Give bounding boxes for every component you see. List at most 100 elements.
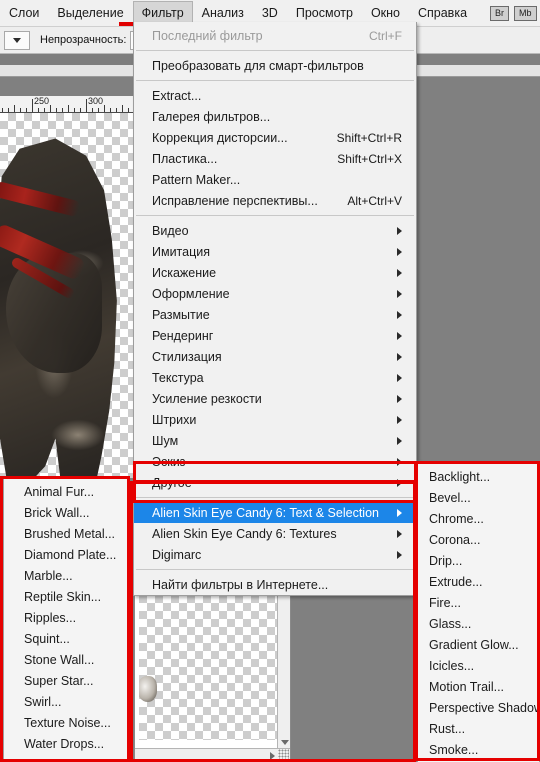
filter-menu-item[interactable]: Текстура [134, 367, 416, 388]
filter-menu-item[interactable]: Найти фильтры в Интернете... [134, 574, 416, 595]
submenu-item[interactable]: Rust... [418, 718, 539, 739]
filter-menu-item-label: Шум [152, 433, 179, 448]
submenu-item[interactable]: Corona... [418, 529, 539, 550]
texture-list-item[interactable]: Squint... [4, 628, 129, 649]
filter-menu-item[interactable]: Pattern Maker... [134, 169, 416, 190]
chevron-right-icon [397, 247, 402, 256]
filter-menu-item[interactable]: Extract... [134, 85, 416, 106]
filter-menu-item-label: Искажение [152, 265, 217, 280]
menubar-item-layers[interactable]: Слои [0, 1, 48, 25]
submenu-item[interactable]: Extrude... [418, 571, 539, 592]
submenu-item[interactable]: Drip... [418, 550, 539, 571]
filter-menu-item[interactable]: Галерея фильтров... [134, 106, 416, 127]
chevron-right-icon [397, 550, 402, 559]
chevron-right-icon [397, 478, 402, 487]
menu-separator [136, 497, 414, 498]
texture-list-item[interactable]: Swirl... [4, 691, 129, 712]
eye-candy-textures-list: Animal Fur... Brick Wall... Brushed Metal.… [3, 476, 130, 762]
scroll-down-icon[interactable] [281, 740, 289, 745]
filter-menu-item[interactable]: Исправление перспективы... Alt+Ctrl+V [134, 190, 416, 211]
submenu-item[interactable]: Glass... [418, 613, 539, 634]
filter-menu-item[interactable]: Штрихи [134, 409, 416, 430]
filter-menu-item-shortcut: Alt+Ctrl+V [347, 193, 402, 208]
submenu-item[interactable]: Smoke... [418, 739, 539, 760]
filter-menu-item[interactable]: Коррекция дисторсии... Shift+Ctrl+R [134, 127, 416, 148]
filter-dropdown-menu: Последний фильтр Ctrl+F Преобразовать для … [133, 22, 417, 596]
chevron-right-icon [397, 436, 402, 445]
filter-menu-item[interactable]: Имитация [134, 241, 416, 262]
texture-list-item[interactable]: Super Star... [4, 670, 129, 691]
submenu-item[interactable]: Icicles... [418, 655, 539, 676]
texture-list-item[interactable]: Brick Wall... [4, 502, 129, 523]
filter-menu-item: Последний фильтр Ctrl+F [134, 25, 416, 46]
submenu-item[interactable]: Bevel... [418, 487, 539, 508]
filter-menu-item-label: Текстура [152, 370, 204, 385]
submenu-item[interactable]: Backlight... [418, 466, 539, 487]
filter-menu-item-label: Коррекция дисторсии... [152, 130, 288, 145]
filter-menu-item[interactable]: Усиление резкости [134, 388, 416, 409]
filter-menu-item-label: Эскиз [152, 454, 186, 469]
filter-menu-item[interactable]: Alien Skin Eye Candy 6: Textures [134, 523, 416, 544]
document-canvas-creature[interactable] [0, 113, 133, 478]
filter-menu-item[interactable]: Оформление [134, 283, 416, 304]
filter-menu-item[interactable]: Искажение [134, 262, 416, 283]
submenu-item[interactable]: Chrome... [418, 508, 539, 529]
filter-menu-item-label: Найти фильтры в Интернете... [152, 577, 329, 592]
texture-list-item[interactable]: Stone Wall... [4, 649, 129, 670]
blend-mode-dropdown[interactable] [4, 30, 30, 50]
chevron-right-icon [397, 331, 402, 340]
document-title-bar [0, 65, 133, 77]
resize-grip[interactable] [278, 749, 289, 760]
submenu-item[interactable]: Motion Trail... [418, 676, 539, 697]
filter-menu-item[interactable]: Видео [134, 220, 416, 241]
texture-list-item[interactable]: Texture Noise... [4, 712, 129, 733]
submenu-item[interactable]: Fire... [418, 592, 539, 613]
mini-bridge-icon[interactable]: Mb [514, 5, 537, 21]
filter-menu-item-label: Штрихи [152, 412, 197, 427]
texture-list-item[interactable]: Animal Fur... [4, 481, 129, 502]
filter-menu-item[interactable]: Размытие [134, 304, 416, 325]
texture-list-item[interactable]: Marble... [4, 565, 129, 586]
submenu-item[interactable]: Perspective Shadow... [418, 697, 539, 718]
chevron-right-icon [397, 268, 402, 277]
document-tab-bar [0, 54, 133, 65]
filter-menu-item[interactable]: Стилизация [134, 346, 416, 367]
filter-menu-item-label: Оформление [152, 286, 230, 301]
scroll-right-icon[interactable] [270, 752, 275, 760]
filter-menu-item[interactable]: Рендеринг [134, 325, 416, 346]
chevron-right-icon [397, 415, 402, 424]
texture-list-item[interactable]: Weave... [4, 754, 129, 762]
chevron-right-icon [397, 508, 402, 517]
filter-menu-item[interactable]: Другое [134, 472, 416, 493]
filter-menu-item-label: Преобразовать для смарт-фильтров [152, 58, 364, 73]
texture-list-item[interactable]: Brushed Metal... [4, 523, 129, 544]
menu-separator [136, 569, 414, 570]
chevron-right-icon [397, 394, 402, 403]
filter-menu-item[interactable]: Преобразовать для смарт-фильтров [134, 55, 416, 76]
filter-menu-item-label: Размытие [152, 307, 210, 322]
bridge-icon[interactable]: Br [490, 5, 510, 21]
filter-menu-item-label: Alien Skin Eye Candy 6: Text & Selection [152, 505, 379, 520]
chevron-right-icon [397, 529, 402, 538]
filter-menu-item-label: Рендеринг [152, 328, 214, 343]
filter-menu-item-label: Другое [152, 475, 192, 490]
horizontal-ruler: 250 300 [0, 96, 133, 113]
texture-list-item[interactable]: Diamond Plate... [4, 544, 129, 565]
horizontal-scrollbar[interactable] [135, 748, 290, 761]
menubar-item-help[interactable]: Справка [409, 1, 476, 25]
texture-list-item[interactable]: Ripples... [4, 607, 129, 628]
filter-menu-item-label: Pattern Maker... [152, 172, 241, 187]
filter-menu-item[interactable]: Эскиз [134, 451, 416, 472]
filter-menu-item[interactable]: Пластика... Shift+Ctrl+X [134, 148, 416, 169]
menu-separator [136, 50, 414, 51]
texture-list-item[interactable]: Water Drops... [4, 733, 129, 754]
filter-menu-item[interactable]: Alien Skin Eye Candy 6: Text & Selection [134, 502, 416, 523]
filter-menu-item[interactable]: Шум [134, 430, 416, 451]
texture-list-item[interactable]: Reptile Skin... [4, 586, 129, 607]
ruler-label-300: 300 [88, 96, 104, 106]
filter-menu-item-label: Стилизация [152, 349, 222, 364]
filter-menu-item[interactable]: Digimarc [134, 544, 416, 565]
submenu-item[interactable]: Gradient Glow... [418, 634, 539, 655]
chevron-right-icon [397, 373, 402, 382]
eye-candy-text-selection-submenu: Backlight... Bevel... Chrome... Corona... Dr… [417, 461, 540, 762]
